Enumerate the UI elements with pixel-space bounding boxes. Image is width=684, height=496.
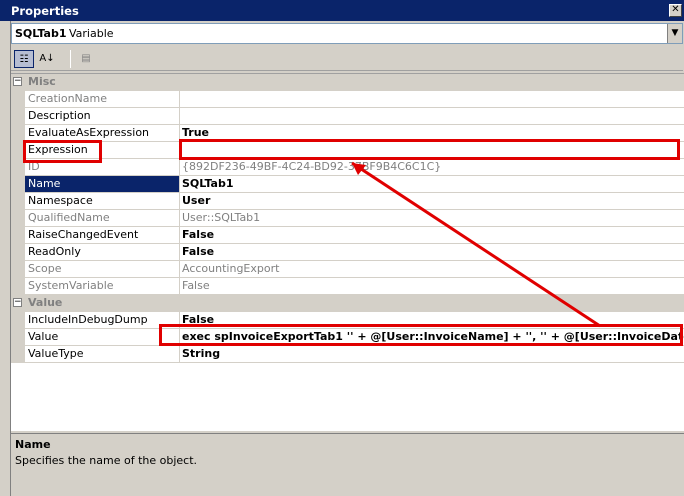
annotation-arrow <box>351 161 601 328</box>
